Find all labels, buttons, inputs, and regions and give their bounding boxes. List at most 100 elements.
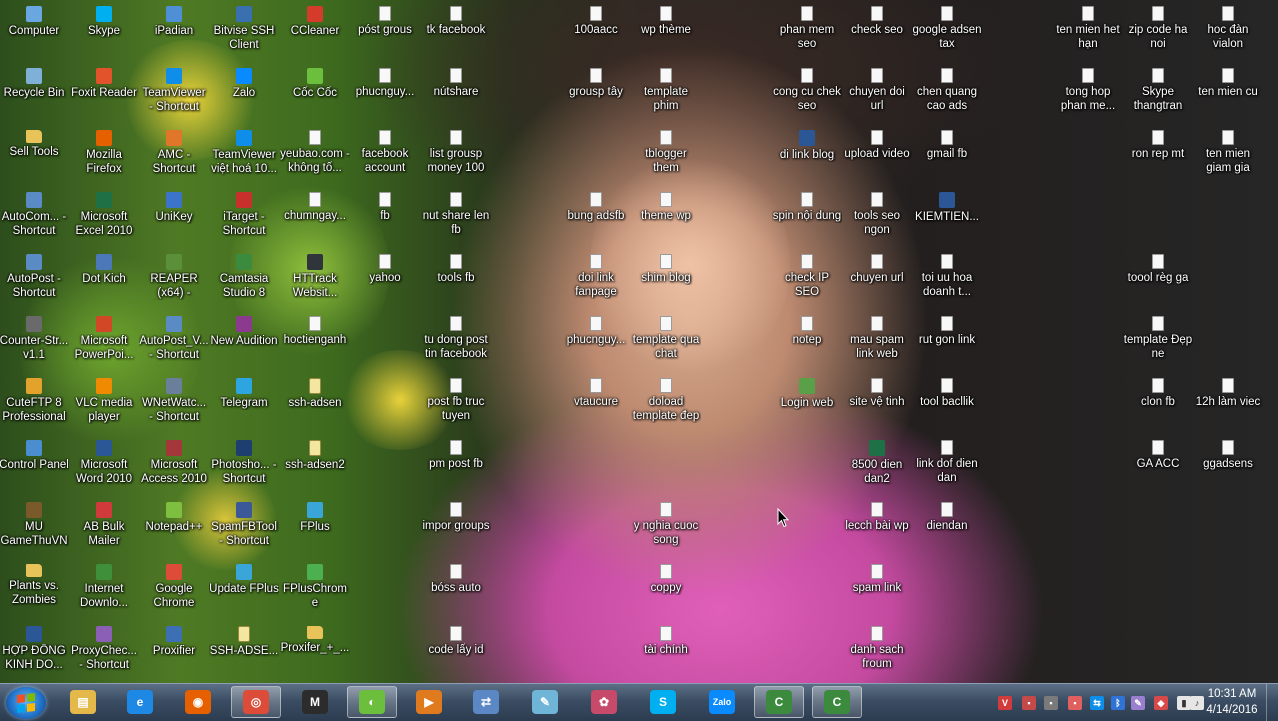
desktop-icon[interactable]: doi link fanpage [561, 248, 631, 308]
desktop-icon[interactable]: TeamViewer việt hoá 10... [209, 124, 279, 184]
app-tray-icon[interactable]: ▪ [1044, 696, 1058, 710]
clock-time[interactable]: 10:31 AM [1203, 688, 1261, 700]
taskbar-button-skype[interactable]: S [638, 686, 688, 718]
desktop-icon[interactable]: CuteFTP 8 Professional [0, 372, 69, 432]
desktop-icon[interactable]: bóss auto [421, 558, 491, 618]
desktop-icon[interactable]: diendan [912, 496, 982, 556]
taskbar-button-windows-explorer[interactable]: ▤ [58, 686, 108, 718]
desktop-icon[interactable]: tk facebook [421, 0, 491, 60]
start-button[interactable] [6, 687, 46, 719]
desktop-icon[interactable]: tong hop phan me... [1053, 62, 1123, 122]
desktop-icon[interactable]: WNetWatc... - Shortcut [139, 372, 209, 432]
desktop-icon[interactable]: VLC media player [69, 372, 139, 432]
desktop-icon[interactable]: Counter-Str... v1.1 [0, 310, 69, 370]
desktop-icon[interactable]: zip code ha noi [1123, 0, 1193, 60]
desktop-icon[interactable]: REAPER (x64) - Shortcut [139, 248, 209, 308]
taskbar-button-internet-explorer[interactable]: e [115, 686, 165, 718]
desktop-icon[interactable]: toi uu hoa doanh t... [912, 248, 982, 308]
desktop-icon[interactable]: notep [772, 310, 842, 370]
desktop-icon[interactable]: TeamViewer - Shortcut [139, 62, 209, 122]
desktop-icon[interactable]: Control Panel [0, 434, 69, 494]
desktop-icon[interactable]: ssh-adsen2 [280, 434, 350, 494]
security-icon[interactable]: ◆ [1154, 696, 1168, 710]
desktop-icon[interactable]: AutoPost - Shortcut [0, 248, 69, 308]
app-tray-icon[interactable]: ▪ [1022, 696, 1036, 710]
desktop-icon[interactable]: upload video [842, 124, 912, 184]
taskbar-button-paint[interactable]: ✿ [579, 686, 629, 718]
desktop-icon[interactable]: Microsoft PowerPoi... [69, 310, 139, 370]
desktop-icon[interactable]: FPlus [280, 496, 350, 556]
desktop-icon[interactable]: hoc đàn vialon [1193, 0, 1263, 60]
desktop-icon[interactable]: tài chính [631, 620, 701, 680]
desktop-icon[interactable]: theme wp [631, 186, 701, 246]
desktop-icon[interactable]: mau spam link web [842, 310, 912, 370]
desktop-icon[interactable]: Internet Downlo... [69, 558, 139, 618]
desktop-icon[interactable]: Photosho... - Shortcut [209, 434, 279, 494]
desktop-icon[interactable]: Plants vs. Zombies [0, 558, 69, 618]
desktop-icon[interactable]: chen quang cao ads [912, 62, 982, 122]
bluetooth-icon[interactable]: ᛒ [1111, 696, 1125, 710]
desktop-icon[interactable]: wp thème [631, 0, 701, 60]
desktop-icon[interactable]: iPadian [139, 0, 209, 60]
desktop-icon[interactable]: template qua chat [631, 310, 701, 370]
desktop-icon[interactable]: link dof dien dan [912, 434, 982, 494]
desktop-icon[interactable]: 8500 dien dan2 [842, 434, 912, 494]
desktop-icon[interactable]: MU GameThuVN [0, 496, 69, 556]
desktop-icon[interactable]: tu dong post tin facebook [421, 310, 491, 370]
desktop-icon[interactable]: fb [350, 186, 420, 246]
desktop-icon[interactable]: gmail fb [912, 124, 982, 184]
desktop-icon[interactable]: cong cu chek seo [772, 62, 842, 122]
desktop-icon[interactable]: Mozilla Firefox [69, 124, 139, 184]
desktop-icon[interactable]: AutoPost_V... - Shortcut [139, 310, 209, 370]
taskbar-button-network-tool[interactable]: ⇄ [461, 686, 511, 718]
desktop-icon[interactable]: chuyen doi url [842, 62, 912, 122]
desktop-icon[interactable]: tools fb [421, 248, 491, 308]
desktop-icon[interactable]: Telegram [209, 372, 279, 432]
desktop-icon[interactable]: phan mem seo [772, 0, 842, 60]
desktop-icon[interactable]: Proxifer_+_... [280, 620, 350, 680]
desktop-icon[interactable]: Zalo [209, 62, 279, 122]
desktop-icon[interactable]: template Đẹp ne [1123, 310, 1193, 370]
desktop-icon[interactable]: doload template đep [631, 372, 701, 432]
desktop-icon[interactable]: yahoo [350, 248, 420, 308]
desktop-icon[interactable]: Computer [0, 0, 69, 60]
unikey-tray-icon[interactable]: V [998, 696, 1012, 710]
taskbar-button-notepad[interactable]: ✎ [520, 686, 570, 718]
desktop-icon[interactable]: Proxifier [139, 620, 209, 680]
desktop-icon[interactable]: tblogger them [631, 124, 701, 184]
desktop-icon[interactable]: pm post fb [421, 434, 491, 494]
desktop-icon[interactable]: SSH-ADSE... [209, 620, 279, 680]
desktop-icon[interactable]: google adsen tax [912, 0, 982, 60]
desktop-icon[interactable]: Microsoft Word 2010 [69, 434, 139, 494]
desktop-icon[interactable]: Recycle Bin [0, 62, 69, 122]
desktop-icon[interactable]: impor groups [421, 496, 491, 556]
network-signal-icon[interactable]: ▮ [1177, 696, 1191, 710]
desktop-icon[interactable]: danh sach froum [842, 620, 912, 680]
desktop-icon[interactable]: FPlusChrome [280, 558, 350, 618]
taskbar-button-zalo[interactable]: Zalo [697, 686, 747, 718]
desktop-icon[interactable]: ProxyChec... - Shortcut [69, 620, 139, 680]
desktop-icon[interactable]: KIEMTIEN... [912, 186, 982, 246]
desktop-icon[interactable]: Sell Tools [0, 124, 69, 184]
desktop-icon[interactable]: coppy [631, 558, 701, 618]
desktop-icon[interactable]: phucnguy... [350, 62, 420, 122]
desktop-icon[interactable]: ten mien cu [1193, 62, 1263, 122]
desktop-icon[interactable]: tools seo ngon [842, 186, 912, 246]
desktop-icon[interactable]: 12h làm viec [1193, 372, 1263, 432]
desktop-icon[interactable]: AutoCom... - Shortcut [0, 186, 69, 246]
taskbar-button-firefox[interactable]: ◉ [173, 686, 223, 718]
desktop-icon[interactable]: Bitvise SSH Client [209, 0, 279, 60]
desktop-icon[interactable]: bung adsfb [561, 186, 631, 246]
app-tray-icon[interactable]: ▪ [1068, 696, 1082, 710]
desktop-icon[interactable]: UniKey [139, 186, 209, 246]
desktop-icon[interactable]: phucnguy... [561, 310, 631, 370]
desktop-icon[interactable]: Microsoft Access 2010 [139, 434, 209, 494]
desktop-icon[interactable]: Google Chrome [139, 558, 209, 618]
desktop-icon[interactable]: iTarget - Shortcut [209, 186, 279, 246]
desktop-icon[interactable]: check IP SEO [772, 248, 842, 308]
desktop-icon[interactable]: site vệ tinh [842, 372, 912, 432]
desktop-icon[interactable]: Dot Kich [69, 248, 139, 308]
pen-tray-icon[interactable]: ✎ [1131, 696, 1145, 710]
desktop-icon[interactable]: CCleaner [280, 0, 350, 60]
desktop-icon[interactable]: HTTrack Websit... [280, 248, 350, 308]
